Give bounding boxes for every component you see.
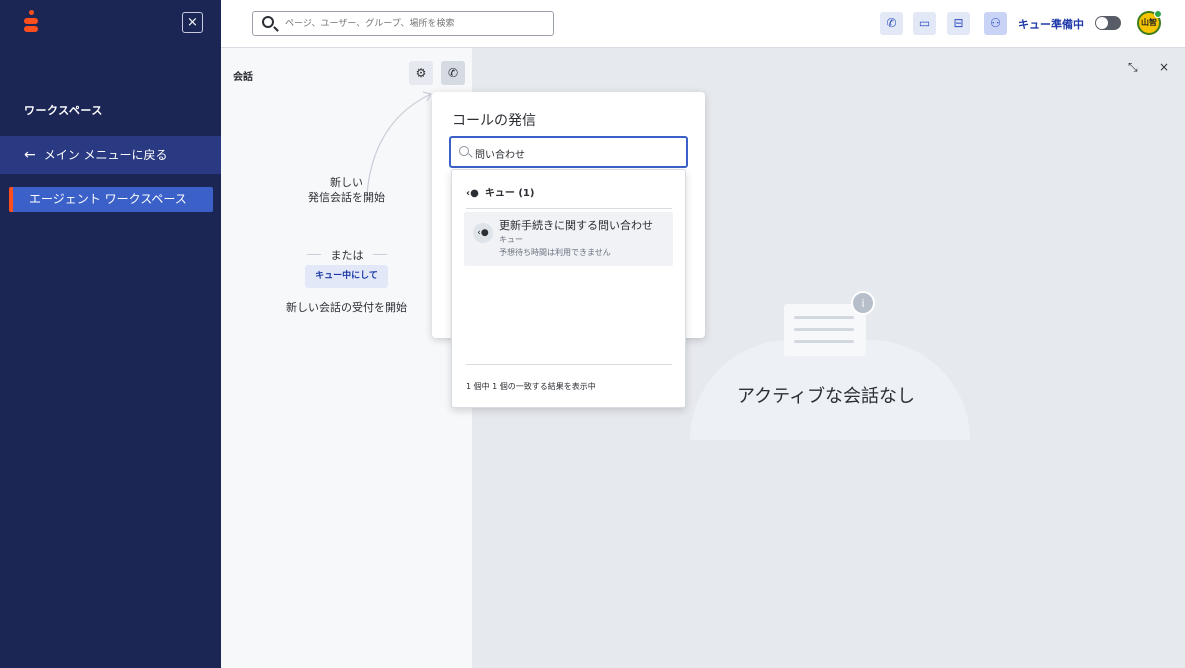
queue-status-label: キュー準備中 bbox=[1018, 18, 1084, 31]
top-bar: ✆ ▭ ⊟ ⚇ キュー準備中 山智 bbox=[221, 0, 1185, 48]
agent-icon: ⚇ bbox=[990, 16, 1001, 30]
go-on-queue-button[interactable]: キュー中にして bbox=[305, 265, 388, 288]
genesys-logo-icon bbox=[24, 10, 40, 36]
search-results-dropdown: ‹● キュー (1) ‹● 更新手続きに関する問い合わせ キュー 予想待ち時間は利… bbox=[451, 169, 686, 408]
queue-icon: ‹● bbox=[466, 188, 479, 199]
close-icon[interactable]: × bbox=[1159, 60, 1169, 74]
avatar[interactable]: 山智 bbox=[1137, 10, 1162, 35]
inbox-button[interactable]: ⊟ bbox=[947, 12, 970, 35]
result-item[interactable]: ‹● 更新手続きに関する問い合わせ キュー 予想待ち時間は利用できません bbox=[464, 212, 673, 266]
back-label: メイン メニューに戻る bbox=[43, 148, 168, 162]
result-name: 更新手続きに関する問い合わせ bbox=[499, 219, 653, 232]
arrow-left-icon: ← bbox=[24, 147, 36, 163]
queue-toggle[interactable] bbox=[1095, 16, 1121, 30]
divider bbox=[466, 208, 672, 209]
result-type: キュー bbox=[499, 235, 523, 244]
agent-status-button[interactable]: ⚇ bbox=[984, 12, 1007, 35]
chat-button[interactable]: ▭ bbox=[913, 12, 936, 35]
phone-button[interactable]: ✆ bbox=[880, 12, 903, 35]
results-count: 1 個中 1 個の一致する結果を表示中 bbox=[466, 382, 596, 391]
sidebar: × ワークスペース ← メイン メニューに戻る エージェント ワークスペース bbox=[0, 0, 221, 668]
queue-group-header: ‹● キュー (1) bbox=[466, 184, 534, 199]
chat-icon: ▭ bbox=[918, 16, 931, 30]
call-search-field[interactable] bbox=[449, 136, 688, 168]
gear-icon: ⚙ bbox=[415, 66, 427, 80]
sidebar-item-agent-workspace[interactable]: エージェント ワークスペース bbox=[9, 187, 213, 212]
online-status-icon bbox=[1154, 10, 1162, 18]
new-call-button[interactable]: ✆ bbox=[441, 61, 465, 85]
sidebar-title: ワークスペース bbox=[24, 104, 103, 117]
back-to-main-menu-button[interactable]: ← メイン メニューに戻る bbox=[0, 136, 221, 174]
empty-state-text: アクティブな会話なし bbox=[737, 386, 916, 407]
conversation-title: 会話 bbox=[233, 72, 253, 83]
document-icon bbox=[784, 304, 866, 356]
call-search-input[interactable] bbox=[475, 144, 675, 162]
or-divider: または bbox=[307, 247, 387, 263]
inbox-icon: ⊟ bbox=[953, 16, 964, 30]
global-search[interactable] bbox=[252, 11, 554, 36]
avatar-initials: 山智 bbox=[1141, 18, 1157, 27]
queue-group-label: キュー (1) bbox=[484, 188, 535, 199]
result-wait-time: 予想待ち時間は利用できません bbox=[499, 248, 611, 257]
phone-icon: ✆ bbox=[447, 66, 459, 80]
search-icon bbox=[459, 146, 469, 156]
search-input[interactable] bbox=[285, 15, 545, 33]
popover-title: コールの発信 bbox=[452, 113, 536, 129]
queue-icon: ‹● bbox=[473, 223, 493, 243]
info-icon: i bbox=[851, 291, 875, 315]
phone-icon: ✆ bbox=[886, 16, 897, 30]
close-menu-button[interactable]: × bbox=[182, 12, 203, 33]
divider bbox=[466, 364, 672, 365]
settings-button[interactable]: ⚙ bbox=[409, 61, 433, 85]
minimize-icon[interactable]: ⤡ bbox=[1128, 60, 1138, 75]
search-icon bbox=[262, 16, 274, 28]
